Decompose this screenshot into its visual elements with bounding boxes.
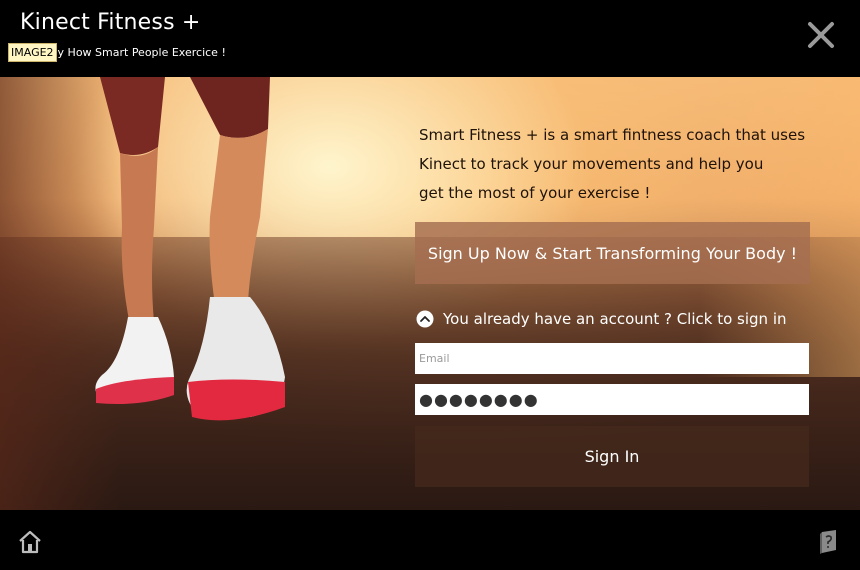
already-account-label: You already have an account ? Click to s…	[443, 310, 787, 328]
tagline-row: IMAGE2 y How Smart People Exercice !	[8, 43, 226, 62]
bottom-bar	[0, 510, 860, 570]
intro-line: Smart Fitness + is a smart fintness coac…	[419, 126, 806, 144]
chevron-up-icon	[416, 310, 434, 328]
book-button[interactable]	[818, 529, 838, 555]
close-button[interactable]	[806, 20, 836, 50]
intro-line: Kinect to track your movements and help …	[419, 155, 764, 173]
app-title: Kinect Fitness +	[20, 10, 201, 35]
email-field[interactable]	[415, 343, 809, 374]
image-badge: IMAGE2	[8, 43, 57, 62]
book-icon	[820, 530, 836, 554]
hero-background: Smart Fitness + is a smart fintness coac…	[0, 77, 860, 510]
home-button[interactable]	[17, 529, 43, 555]
password-field[interactable]	[415, 384, 809, 415]
signup-button[interactable]: Sign Up Now & Start Transforming Your Bo…	[415, 222, 810, 284]
top-bar: Kinect Fitness + IMAGE2 y How Smart Peop…	[0, 0, 860, 77]
home-icon	[19, 530, 41, 554]
tagline: y How Smart People Exercice !	[57, 46, 226, 59]
intro-text: Smart Fitness + is a smart fintness coac…	[419, 121, 819, 208]
close-icon	[808, 22, 834, 48]
intro-line: get the most of your exercise !	[419, 184, 651, 202]
already-account-toggle[interactable]: You already have an account ? Click to s…	[415, 307, 787, 331]
signin-button[interactable]: Sign In	[415, 426, 809, 487]
